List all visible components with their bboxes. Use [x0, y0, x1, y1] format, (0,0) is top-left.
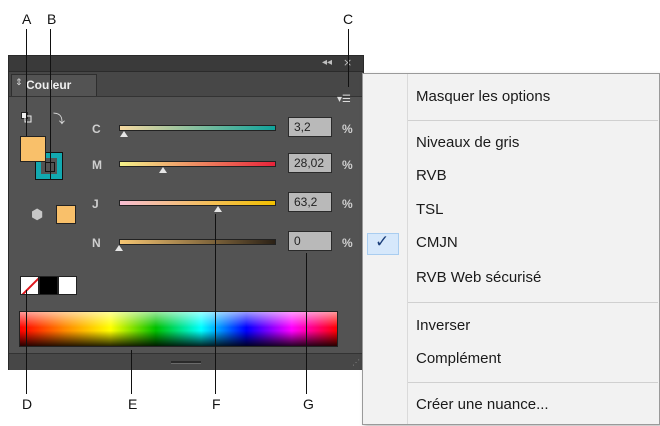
- leader-line-c: [348, 29, 349, 87]
- slider-thumb-n[interactable]: [115, 245, 123, 251]
- percent-sign-m: %: [342, 158, 353, 172]
- tab-couleur[interactable]: ⇕ Couleur: [11, 74, 97, 96]
- panel-flyout-menu: ✓ Masquer les options Niveaux de gris RV…: [362, 73, 660, 425]
- white-swatch[interactable]: [58, 276, 77, 295]
- color-panel: ◂◂ × ⇕ Couleur ▾☰ ⤵ ⬢ C 3,2 % M 28,02 % …: [8, 55, 364, 370]
- panel-bottom-bar: ⋰: [9, 353, 363, 370]
- leader-line-e: [131, 350, 132, 394]
- value-field-c[interactable]: 3,2: [288, 117, 332, 137]
- expand-arrows-icon: ⇕: [15, 78, 23, 88]
- value-field-m[interactable]: 28,02: [288, 153, 332, 173]
- fill-swatch[interactable]: [20, 136, 46, 162]
- menu-separator: [408, 302, 658, 303]
- menu-separator: [408, 382, 658, 383]
- resize-corner-icon[interactable]: ⋰: [352, 358, 360, 367]
- leader-line-d: [26, 290, 27, 394]
- menu-item-masquer-les-options[interactable]: Masquer les options: [416, 88, 550, 105]
- slider-thumb-c[interactable]: [119, 131, 128, 137]
- leader-line-b: [50, 29, 51, 179]
- slider-track-c[interactable]: [119, 125, 276, 131]
- panel-menu-icon[interactable]: ▾☰: [337, 94, 351, 105]
- menu-item-complement[interactable]: Complément: [416, 350, 501, 367]
- value-field-n[interactable]: 0: [288, 231, 332, 251]
- value-field-j[interactable]: 63,2: [288, 192, 332, 212]
- checkmark-icon: ✓: [375, 232, 390, 252]
- slider-label-n: N: [92, 236, 101, 250]
- resize-grip[interactable]: [171, 361, 201, 364]
- slider-thumb-m[interactable]: [158, 167, 167, 173]
- collapse-icon[interactable]: ◂◂: [322, 57, 332, 68]
- leader-line-f: [215, 214, 216, 394]
- tab-label: Couleur: [26, 78, 72, 92]
- gamut-color-swatch[interactable]: [56, 205, 76, 224]
- swap-icon[interactable]: ⤵: [53, 110, 65, 127]
- callout-e: E: [128, 396, 138, 412]
- callout-g: G: [303, 396, 314, 412]
- callout-b: B: [47, 11, 57, 27]
- percent-sign-c: %: [342, 122, 353, 136]
- menu-item-cmjn[interactable]: CMJN: [416, 234, 458, 251]
- callout-d: D: [22, 396, 33, 412]
- leader-line-a: [26, 29, 27, 136]
- none-swatch[interactable]: [20, 276, 39, 295]
- slider-label-m: M: [92, 158, 102, 172]
- panel-titlebar[interactable]: ◂◂ ×: [9, 56, 363, 72]
- menu-item-tsl[interactable]: TSL: [416, 201, 444, 218]
- percent-sign-j: %: [342, 197, 353, 211]
- slider-track-j[interactable]: [119, 200, 276, 206]
- menu-item-niveaux-de-gris[interactable]: Niveaux de gris: [416, 134, 519, 151]
- callout-a: A: [22, 11, 32, 27]
- leader-line-g: [306, 253, 307, 394]
- menu-item-creer-une-nuance[interactable]: Créer une nuance...: [416, 396, 549, 413]
- slider-track-m[interactable]: [119, 161, 276, 167]
- slider-label-j: J: [92, 197, 99, 211]
- callout-c: C: [343, 11, 354, 27]
- slider-thumb-j[interactable]: [213, 206, 222, 212]
- slider-label-c: C: [92, 122, 101, 136]
- menu-item-inverser[interactable]: Inverser: [416, 317, 470, 334]
- callout-f: F: [212, 396, 221, 412]
- gamut-warning-icon[interactable]: ⬢: [31, 207, 43, 223]
- menu-item-rvb[interactable]: RVB: [416, 167, 447, 184]
- black-swatch[interactable]: [39, 276, 58, 295]
- percent-sign-n: %: [342, 236, 353, 250]
- menu-separator: [408, 120, 658, 121]
- color-spectrum-ramp[interactable]: [19, 311, 338, 347]
- slider-track-n[interactable]: [119, 239, 276, 245]
- menu-item-rvb-web-securise[interactable]: RVB Web sécurisé: [416, 269, 541, 286]
- panel-tab-row: ⇕ Couleur ▾☰: [9, 72, 363, 105]
